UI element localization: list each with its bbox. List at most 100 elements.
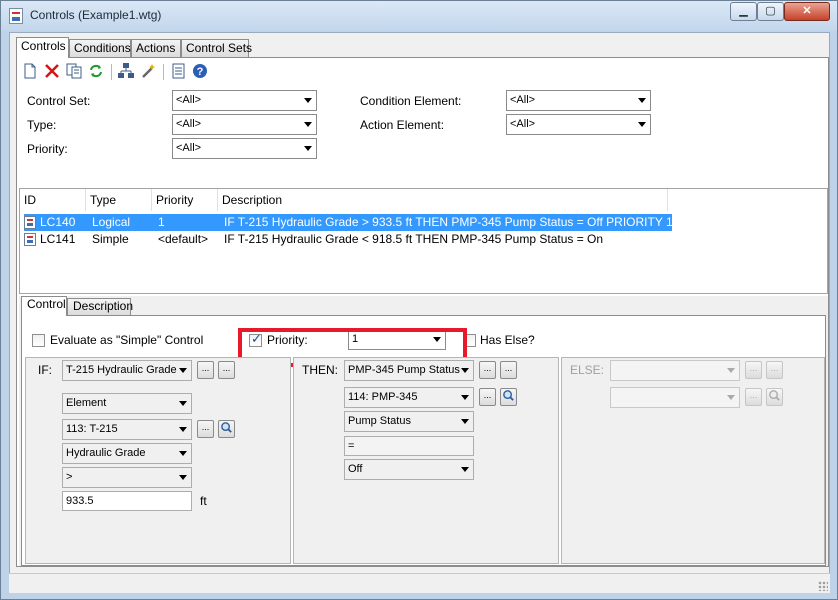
condition-element-value: <All>: [510, 94, 536, 106]
else-action-edit-button[interactable]: ...: [745, 361, 762, 379]
then-action-browse-button[interactable]: ...: [500, 361, 517, 379]
action-element-value: <All>: [510, 118, 536, 130]
evaluate-simple-checkbox[interactable]: [32, 334, 45, 347]
type-value: <All>: [176, 118, 202, 130]
hierarchy-icon[interactable]: [117, 62, 137, 82]
maximize-button[interactable]: ▢: [757, 2, 784, 21]
then-attribute-combo[interactable]: Pump Status: [344, 411, 474, 432]
controls-window: Controls (Example1.wtg) ▁ ▢ ✕ Controls C…: [0, 0, 838, 600]
toolbar-separator: [111, 64, 112, 80]
if-category-combo[interactable]: Element: [62, 393, 192, 414]
else-element-edit-button[interactable]: ...: [745, 388, 762, 406]
control-editor: Control Description Evaluate as "Simple"…: [19, 296, 828, 566]
if-element-value: 113: T-215: [66, 423, 118, 435]
chevron-down-icon: [727, 395, 735, 400]
report-icon[interactable]: [169, 62, 189, 82]
refresh-icon[interactable]: [87, 62, 107, 82]
close-button[interactable]: ✕: [784, 2, 830, 21]
chevron-down-icon: [461, 395, 469, 400]
then-value-combo[interactable]: Off: [344, 459, 474, 480]
condition-element-combo[interactable]: <All>: [506, 90, 651, 111]
tab-actions[interactable]: Actions: [131, 39, 181, 57]
then-element-combo[interactable]: 114: PMP-345: [344, 387, 474, 408]
if-operator-combo[interactable]: >: [62, 467, 192, 488]
row-id: LC140: [40, 215, 76, 229]
action-element-label: Action Element:: [360, 118, 445, 132]
else-action-combo[interactable]: [610, 360, 740, 381]
chevron-down-icon: [304, 146, 312, 151]
wand-icon[interactable]: [139, 62, 159, 82]
priority-filter-combo[interactable]: <All>: [172, 138, 317, 159]
control-set-label: Control Set:: [27, 94, 91, 108]
tab-conditions[interactable]: Conditions: [69, 39, 131, 57]
action-element-combo[interactable]: <All>: [506, 114, 651, 135]
status-bar: [9, 573, 830, 593]
else-action-browse-button[interactable]: ...: [766, 361, 783, 379]
then-element-value: 114: PMP-345: [348, 391, 418, 403]
then-operator-field: =: [344, 436, 474, 456]
new-icon[interactable]: [21, 62, 41, 82]
has-else-label: Has Else?: [480, 333, 535, 347]
table-row[interactable]: LC140 Logical 1 IF T-215 Hydraulic Grade…: [24, 214, 673, 231]
if-attribute-combo[interactable]: Hydraulic Grade: [62, 443, 192, 464]
if-element-combo[interactable]: 113: T-215: [62, 419, 192, 440]
table-row[interactable]: LC141 Simple <default> IF T-215 Hydrauli…: [24, 231, 672, 248]
if-condition-combo[interactable]: T-215 Hydraulic Grade: [62, 360, 192, 381]
then-action-value: PMP-345 Pump Status: [348, 364, 460, 376]
app-icon: [9, 8, 23, 24]
tab-control-sets[interactable]: Control Sets: [181, 39, 252, 57]
if-condition-browse-button[interactable]: ...: [218, 361, 235, 379]
chevron-down-icon: [179, 401, 187, 406]
then-action-combo[interactable]: PMP-345 Pump Status: [344, 360, 474, 381]
chevron-down-icon: [179, 451, 187, 456]
if-category-value: Element: [66, 397, 107, 409]
svg-text:?: ?: [197, 66, 204, 78]
column-header-priority[interactable]: Priority: [152, 189, 218, 211]
tab-controls[interactable]: Controls: [16, 37, 69, 58]
then-element-edit-button[interactable]: ...: [479, 388, 496, 406]
delete-icon[interactable]: [43, 62, 63, 82]
then-value: Off: [348, 463, 363, 475]
control-tab-panel: Evaluate as "Simple" Control Priority: 1…: [21, 315, 826, 566]
if-element-edit-button[interactable]: ...: [197, 420, 214, 438]
minimize-button[interactable]: ▁: [730, 2, 757, 21]
tab-description[interactable]: Description: [67, 298, 133, 315]
resize-grip[interactable]: [818, 581, 828, 591]
row-id: LC141: [40, 232, 76, 246]
controls-list[interactable]: ID Type Priority Description LC140 Logic…: [19, 188, 828, 294]
if-element-find-button[interactable]: [218, 420, 235, 438]
if-condition-value: T-215 Hydraulic Grade: [66, 364, 177, 376]
control-icon: [24, 233, 36, 246]
if-group: IF: T-215 Hydraulic Grade ... ... Elemen…: [25, 357, 291, 564]
evaluate-simple-label: Evaluate as "Simple" Control: [50, 333, 204, 347]
then-attribute-value: Pump Status: [348, 415, 411, 427]
find-icon: [503, 390, 514, 401]
tab-control[interactable]: Control: [21, 296, 67, 316]
duplicate-icon[interactable]: [65, 62, 85, 82]
condition-element-label: Condition Element:: [360, 94, 462, 108]
column-header-type[interactable]: Type: [86, 189, 152, 211]
control-set-combo[interactable]: <All>: [172, 90, 317, 111]
priority-filter-label: Priority:: [27, 142, 68, 156]
else-element-combo[interactable]: [610, 387, 740, 408]
chevron-down-icon: [638, 122, 646, 127]
column-header-id[interactable]: ID: [20, 189, 86, 211]
chevron-down-icon: [179, 475, 187, 480]
chevron-down-icon: [461, 368, 469, 373]
type-combo[interactable]: <All>: [172, 114, 317, 135]
control-set-value: <All>: [176, 94, 202, 106]
if-attribute-value: Hydraulic Grade: [66, 447, 146, 459]
priority-filter-value: <All>: [176, 142, 202, 154]
help-icon[interactable]: ?: [191, 62, 211, 82]
title-bar[interactable]: Controls (Example1.wtg) ▁ ▢ ✕: [1, 1, 837, 31]
else-element-find-button[interactable]: [766, 388, 783, 406]
if-value-input[interactable]: 933.5: [62, 491, 192, 511]
then-element-find-button[interactable]: [500, 388, 517, 406]
row-description: IF T-215 Hydraulic Grade > 933.5 ft THEN…: [224, 215, 673, 229]
then-action-edit-button[interactable]: ...: [479, 361, 496, 379]
row-type: Simple: [92, 232, 129, 246]
else-label: ELSE:: [570, 363, 605, 377]
column-header-description[interactable]: Description: [218, 189, 668, 211]
toolbar-separator: [163, 64, 164, 80]
if-condition-edit-button[interactable]: ...: [197, 361, 214, 379]
